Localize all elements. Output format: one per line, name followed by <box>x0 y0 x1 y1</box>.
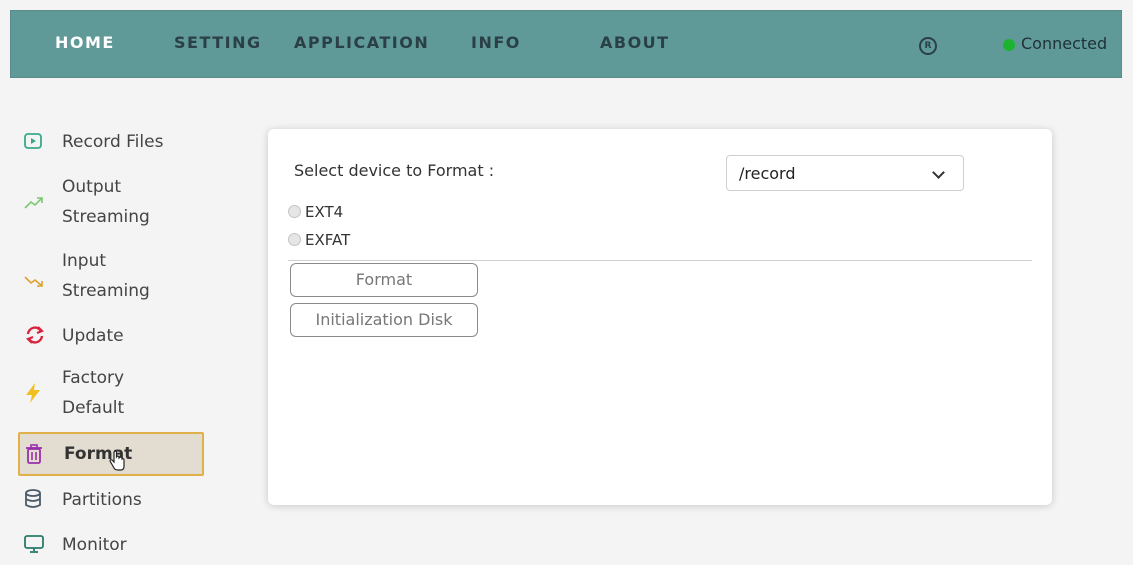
sidebar-item-monitor[interactable]: Monitor <box>18 531 204 559</box>
monitor-icon <box>24 534 44 562</box>
sidebar-item-output-streaming[interactable]: Output Streaming <box>18 175 204 231</box>
play-icon <box>24 132 42 157</box>
trend-down-icon <box>24 271 44 296</box>
sidebar-item-label: Record Files <box>62 132 164 152</box>
nav-about[interactable]: ABOUT <box>600 33 670 52</box>
connection-status: Connected <box>1021 34 1108 53</box>
database-icon <box>24 489 42 517</box>
sidebar-item-update[interactable]: Update <box>18 322 204 350</box>
sidebar-item-label: Partitions <box>62 490 142 510</box>
hand-cursor-icon <box>108 450 126 480</box>
sidebar-item-partitions[interactable]: Partitions <box>18 486 204 514</box>
radio-label: EXFAT <box>305 231 351 249</box>
trash-icon <box>25 444 43 472</box>
format-panel-title: Select device to Format : <box>294 161 495 180</box>
sidebar-item-label-line1: Factory <box>62 368 125 388</box>
sidebar-item-record-files[interactable]: Record Files <box>18 128 204 158</box>
registered-icon[interactable]: R <box>919 37 937 55</box>
sidebar-item-input-streaming[interactable]: Input Streaming <box>18 249 204 305</box>
lightning-icon <box>24 382 42 412</box>
nav-home[interactable]: HOME <box>55 33 115 52</box>
sidebar-item-factory-default[interactable]: Factory Default <box>18 366 204 422</box>
status-indicator-icon <box>1003 39 1015 51</box>
sidebar-item-label-line2: Default <box>62 398 125 418</box>
radio-label: EXT4 <box>305 203 344 221</box>
chevron-down-icon <box>932 166 945 179</box>
initialization-disk-button[interactable]: Initialization Disk <box>290 303 478 337</box>
sidebar-item-label-line2: Streaming <box>62 281 150 301</box>
nav-info[interactable]: INFO <box>471 33 521 52</box>
divider <box>288 260 1032 261</box>
sidebar-item-format[interactable]: Format <box>18 432 204 476</box>
device-select-value: /record <box>739 164 796 183</box>
device-select[interactable]: /record <box>726 155 964 191</box>
radio-option-exfat[interactable]: EXFAT <box>288 231 350 249</box>
sidebar-item-label-line1: Output <box>62 177 122 197</box>
radio-button[interactable] <box>288 233 301 246</box>
top-navbar: HOME SETTING APPLICATION INFO ABOUT R Co… <box>10 10 1122 78</box>
sidebar-item-label: Monitor <box>62 535 127 555</box>
format-panel: Select device to Format : /record EXT4 E… <box>268 129 1052 505</box>
sidebar-item-label-line2: Streaming <box>62 207 150 227</box>
radio-option-ext4[interactable]: EXT4 <box>288 203 343 221</box>
format-button[interactable]: Format <box>290 263 478 297</box>
trend-up-icon <box>24 193 44 218</box>
nav-setting[interactable]: SETTING <box>174 33 262 52</box>
sidebar-item-label-line1: Input <box>62 251 107 271</box>
refresh-icon <box>24 325 46 353</box>
nav-application[interactable]: APPLICATION <box>294 33 429 52</box>
sidebar-item-label: Update <box>62 326 124 346</box>
radio-button[interactable] <box>288 205 301 218</box>
